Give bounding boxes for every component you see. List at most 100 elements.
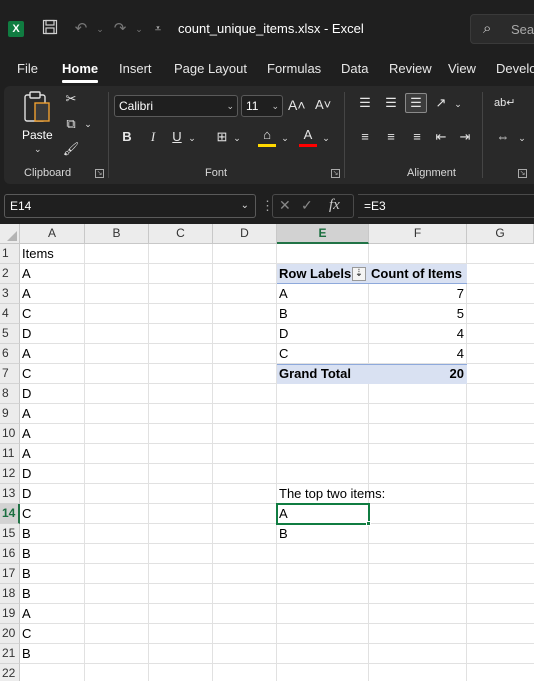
row-header[interactable]: 15 (0, 524, 20, 544)
item-cell[interactable]: A (20, 264, 31, 284)
filter-dropdown-icon[interactable]: ⇣ (352, 267, 366, 281)
item-cell[interactable]: A (20, 404, 31, 424)
top-item-cell[interactable]: B (277, 524, 288, 544)
pivot-row-label[interactable]: B (277, 304, 288, 324)
customize-qat-icon[interactable]: ⩡ (148, 19, 168, 39)
insert-function-icon[interactable]: fx (329, 197, 340, 214)
worksheet-grid[interactable]: ABCDEFG 1 2 3 4 5 6 7 8 9 10 11 12 13 14 15 16 17 18 19 20 2… (0, 224, 534, 681)
align-middle-icon[interactable]: ☰ (382, 94, 400, 112)
pivot-row-value[interactable]: 4 (369, 324, 467, 344)
item-cell[interactable] (20, 664, 22, 681)
row-header[interactable]: 19 (0, 604, 20, 624)
row-header[interactable]: 21 (0, 644, 20, 664)
row-header[interactable]: 6 (0, 344, 20, 364)
pivot-count-header[interactable]: Count of Items (369, 264, 462, 284)
item-cell[interactable]: D (20, 484, 31, 504)
increase-font-size-icon[interactable]: A˄ (288, 96, 306, 114)
redo-icon[interactable]: ↷ (110, 19, 130, 39)
pivot-row-labels-header[interactable]: Row Labels (277, 264, 351, 284)
search-box[interactable]: ⌕ Sear (470, 14, 534, 44)
tab-review[interactable]: Review (389, 61, 432, 76)
increase-indent-icon[interactable]: ⇥ (456, 128, 474, 146)
row-header[interactable]: 9 (0, 404, 20, 424)
align-right-icon[interactable]: ≡ (408, 128, 426, 146)
row-header[interactable]: 22 (0, 664, 20, 681)
row-header[interactable]: 4 (0, 304, 20, 324)
font-color-dropdown-icon[interactable]: ⌄ (320, 129, 332, 147)
item-cell[interactable]: C (20, 304, 31, 324)
decrease-font-size-icon[interactable]: A˅ (315, 96, 331, 114)
pivot-row-value[interactable]: 5 (369, 304, 467, 324)
font-name-select[interactable]: Calibri ⌄ (114, 95, 238, 117)
item-cell[interactable]: D (20, 384, 31, 404)
underline-icon[interactable]: U (170, 128, 184, 146)
row-header[interactable]: 11 (0, 444, 20, 464)
item-cell[interactable]: C (20, 624, 31, 644)
row-header[interactable]: 20 (0, 624, 20, 644)
pivot-row-value[interactable]: 7 (369, 284, 467, 304)
row-header[interactable]: 1 (0, 244, 20, 264)
row-header[interactable]: 2 (0, 264, 20, 284)
pivot-row-value[interactable]: 4 (369, 344, 467, 364)
name-box[interactable]: E14 ⌄ (4, 194, 256, 218)
redo-dropdown-icon[interactable]: ⌄ (129, 19, 149, 39)
align-center-icon[interactable]: ≡ (382, 128, 400, 146)
underline-dropdown-icon[interactable]: ⌄ (186, 129, 198, 147)
orientation-icon[interactable]: ↗ (432, 94, 450, 112)
copy-dropdown-icon[interactable]: ⌄ (82, 115, 94, 133)
column-header[interactable]: D (213, 224, 277, 244)
column-header[interactable]: G (467, 224, 534, 244)
fill-color-icon[interactable]: ⌂ (258, 126, 276, 144)
paste-button[interactable]: Paste (22, 128, 53, 142)
item-cell[interactable]: B (20, 524, 31, 544)
pivot-grand-total-label[interactable]: Grand Total (277, 364, 351, 384)
tab-home[interactable]: Home (62, 61, 98, 76)
tab-file[interactable]: File (17, 61, 38, 76)
item-cell[interactable]: C (20, 364, 31, 384)
item-cell[interactable]: C (20, 504, 31, 524)
tab-page-layout[interactable]: Page Layout (174, 61, 247, 76)
column-header[interactable]: E (277, 224, 369, 244)
italic-icon[interactable]: I (146, 128, 160, 146)
align-left-icon[interactable]: ≡ (356, 128, 374, 146)
row-header[interactable]: 3 (0, 284, 20, 304)
item-cell[interactable]: A (20, 444, 31, 464)
row-header[interactable]: 13 (0, 484, 20, 504)
fill-handle[interactable] (366, 521, 371, 526)
item-cell[interactable]: A (20, 604, 31, 624)
tab-insert[interactable]: Insert (119, 61, 152, 76)
save-icon[interactable] (40, 19, 60, 39)
column-header[interactable]: B (85, 224, 149, 244)
item-cell[interactable]: A (20, 284, 31, 304)
row-header[interactable]: 14 (0, 504, 20, 524)
decrease-indent-icon[interactable]: ⇤ (432, 128, 450, 146)
cancel-icon[interactable]: ✕ (279, 197, 291, 214)
tab-data[interactable]: Data (341, 61, 368, 76)
item-cell[interactable]: B (20, 564, 31, 584)
align-bottom-icon[interactable]: ☰ (405, 93, 427, 113)
chevron-down-icon[interactable]: ⌄ (241, 195, 249, 217)
pivot-grand-total-value[interactable]: 20 (369, 364, 467, 384)
font-size-select[interactable]: 11 ⌄ (241, 95, 283, 117)
row-header[interactable]: 10 (0, 424, 20, 444)
copy-icon[interactable]: ⧉ (62, 115, 80, 133)
row-header[interactable]: 7 (0, 364, 20, 384)
row-header[interactable]: 8 (0, 384, 20, 404)
borders-icon[interactable]: ⊞ (213, 128, 231, 146)
cut-icon[interactable]: ✂ (62, 90, 80, 108)
pivot-row-label[interactable]: A (277, 284, 288, 304)
bold-icon[interactable]: B (120, 128, 134, 146)
undo-icon[interactable]: ↶ (71, 19, 91, 39)
fill-color-dropdown-icon[interactable]: ⌄ (279, 129, 291, 147)
tab-view[interactable]: View (448, 61, 476, 76)
font-dialog-launcher-icon[interactable]: ↘ (331, 169, 340, 178)
item-cell[interactable]: B (20, 584, 31, 604)
column-a-header-cell[interactable]: Items (20, 244, 54, 264)
row-header[interactable]: 16 (0, 544, 20, 564)
borders-dropdown-icon[interactable]: ⌄ (231, 129, 243, 147)
merge-dropdown-icon[interactable]: ⌄ (516, 129, 528, 147)
item-cell[interactable]: D (20, 324, 31, 344)
formula-input[interactable]: =E3 (358, 194, 534, 218)
row-header[interactable]: 12 (0, 464, 20, 484)
merge-center-icon[interactable]: ⇔ (494, 128, 512, 146)
